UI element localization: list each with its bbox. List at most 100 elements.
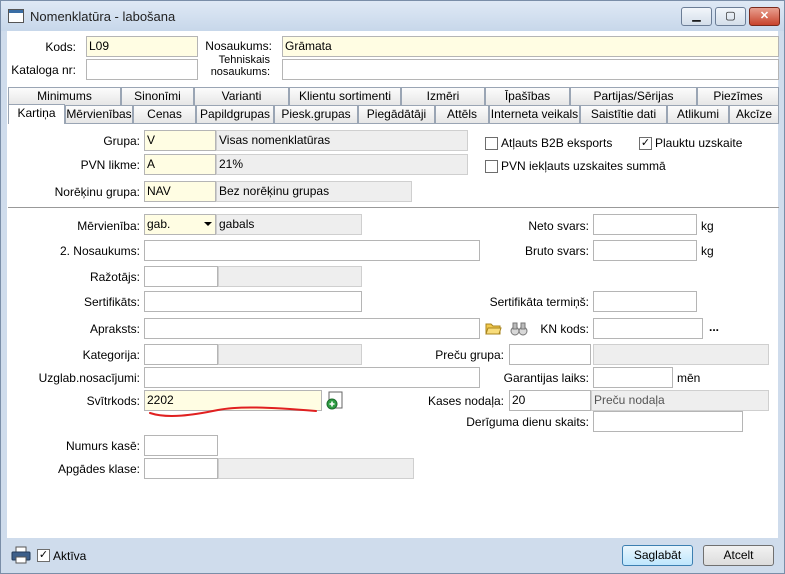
pvn-summa-checkbox[interactable] [485,160,498,173]
tab-interneta-veikals[interactable]: Interneta veikals [489,105,580,123]
kn-more-button[interactable]: ... [709,320,719,334]
pvn-summa-label: PVN iekļauts uzskaites summā [501,159,666,173]
kataloga-field[interactable] [86,59,198,80]
title-bar: Nomenklatūra - labošana ▁ ▢ ✕ [1,1,784,31]
norekinu-name-field: Bez norēķinu grupas [216,181,412,202]
tab-attels[interactable]: Attēls [435,105,489,123]
tab-atlikumi[interactable]: Atlikumi [667,105,729,123]
kods-label: Kods: [45,40,76,54]
neto-unit: kg [701,219,714,233]
tab-ipasibas[interactable]: Īpašības [485,87,570,105]
tab-akcize[interactable]: Akcīze [729,105,779,123]
printer-icon[interactable] [11,546,31,564]
precu-grupa-code-field[interactable] [509,344,591,365]
kn-kods-field[interactable] [593,318,703,339]
razotajs-code-field[interactable] [144,266,218,287]
pvn-code-field[interactable]: A [144,154,216,175]
numurs-kase-label: Numurs kasē: [65,439,140,453]
tab-piesk-grupas[interactable]: Piesk.grupas [274,105,358,123]
deriguma-label: Derīguma dienu skaits: [466,415,589,429]
plauktu-checkbox[interactable]: ✓ [639,137,652,150]
tab-kartina[interactable]: Kartiņa [8,104,65,124]
app-icon [8,9,24,23]
bruto-field[interactable] [593,240,697,261]
tab-minimums[interactable]: Minimums [8,87,121,105]
add-barcode-icon[interactable] [326,391,345,410]
mervieniba-name-field: gabals [216,214,362,235]
apraksts-label: Apraksts: [89,322,140,336]
tab-sinonimi[interactable]: Sinonīmi [121,87,194,105]
sertifikats-label: Sertifikāts: [83,295,140,309]
kataloga-label: Kataloga nr: [11,63,76,77]
tehniskais-field[interactable] [282,59,779,80]
kases-nodala-code-field[interactable]: 20 [509,390,591,411]
red-underline-annotation [149,406,317,417]
sert-termins-label: Sertifikāta termiņš: [489,295,589,309]
bruto-label: Bruto svars: [524,244,589,258]
mervieniba-label: Mērvienība: [77,219,140,233]
apraksts-field[interactable] [144,318,480,339]
apgades-label: Apgādes klase: [57,462,140,476]
cancel-button[interactable]: Atcelt [703,545,774,566]
grupa-label: Grupa: [103,134,140,148]
tab-papildgrupas[interactable]: Papildgrupas [196,105,274,123]
kods-field[interactable]: L09 [86,36,198,57]
deriguma-field[interactable] [593,411,743,432]
norekinu-code-field[interactable]: NAV [144,181,216,202]
neto-field[interactable] [593,214,697,235]
window-title: Nomenklatūra - labošana [30,9,176,24]
tab-piezimes[interactable]: Piezīmes [697,87,779,105]
tab-piegadataji[interactable]: Piegādātāji [358,105,435,123]
tehniskais-label-line1: Tehniskais [218,54,270,66]
close-button[interactable]: ✕ [749,7,780,26]
apgades-name-field [218,458,414,479]
sertifikats-field[interactable] [144,291,362,312]
b2b-checkbox[interactable] [485,137,498,150]
mervieniba-value: gab. [147,217,171,231]
minimize-button[interactable]: ▁ [681,7,712,26]
kases-nodala-name-field: Preču nodaļa [591,390,769,411]
nosaukums-field[interactable]: Grāmata [282,36,779,57]
bruto-unit: kg [701,244,714,258]
nos2-label: 2. Nosaukums: [59,244,140,258]
norekinu-label: Norēķinu grupa: [54,185,140,199]
svitrkods-label: Svītrkods: [86,394,140,408]
uzglab-label: Uzglab.nosacījumi: [38,371,140,385]
tab-klientu-sortimenti[interactable]: Klientu sortimenti [289,87,401,105]
kn-kods-label: KN kods: [540,322,589,336]
numurs-kase-field[interactable] [144,435,218,456]
aktiva-label: Aktīva [53,549,87,563]
apgades-code-field[interactable] [144,458,218,479]
section-divider [8,207,779,208]
precu-grupa-label: Preču grupa: [435,348,504,362]
pvn-value-field: 21% [216,154,468,175]
garantijas-unit: mēn [677,371,701,385]
plauktu-label: Plauktu uzskaite [655,136,743,150]
razotajs-name-field [218,266,362,287]
garantijas-label: Garantijas laiks: [503,371,589,385]
grupa-code-field[interactable]: V [144,130,216,151]
precu-grupa-name-field [593,344,769,365]
tab-panel-border [8,123,779,124]
tab-cenas[interactable]: Cenas [133,105,196,123]
aktiva-checkbox[interactable]: ✓ [37,549,50,562]
kategorija-code-field[interactable] [144,344,218,365]
razotajs-label: Ražotājs: [89,270,140,284]
maximize-button[interactable]: ▢ [715,7,746,26]
grupa-name-field: Visas nomenklatūras [216,130,468,151]
kategorija-label: Kategorija: [82,348,140,362]
sert-termins-field[interactable] [593,291,697,312]
garantijas-field[interactable] [593,367,673,388]
kases-nodala-label: Kases nodaļa: [427,394,504,408]
mervieniba-select[interactable]: gab. [144,214,216,235]
tab-izmeri[interactable]: Izmēri [401,87,485,105]
tab-saistitie-dati[interactable]: Saistītie dati [580,105,667,123]
nos2-field[interactable] [144,240,480,261]
nosaukums-label: Nosaukums: [205,39,272,53]
tab-varianti[interactable]: Varianti [194,87,289,105]
tab-mervienibas[interactable]: Mērvienības [65,105,133,123]
tab-partijas-serijas[interactable]: Partijas/Sērijas [570,87,697,105]
save-button[interactable]: Saglabāt [622,545,693,566]
pvn-label: PVN likme: [80,158,140,172]
uzglab-field[interactable] [144,367,480,388]
